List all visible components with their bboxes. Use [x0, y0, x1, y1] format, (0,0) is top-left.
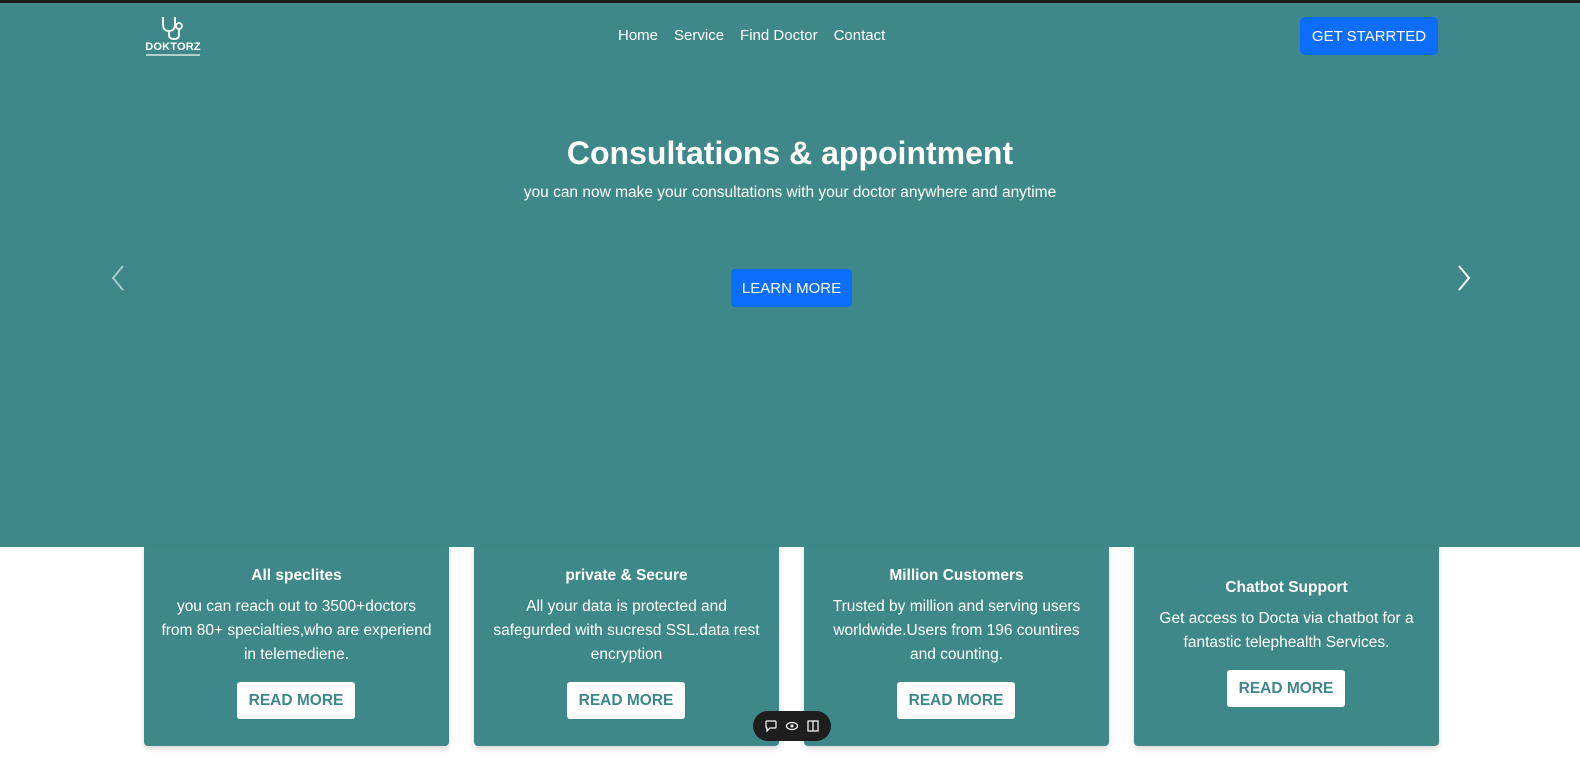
read-more-button[interactable]: READ MORE — [1227, 670, 1345, 707]
nav-contact[interactable]: Contact — [826, 27, 894, 44]
chevron-right-icon — [1458, 265, 1471, 291]
feature-card-title: All speclites — [251, 567, 342, 584]
floating-toolbar — [753, 711, 831, 741]
feature-card-title: Chatbot Support — [1225, 579, 1348, 596]
read-more-button[interactable]: READ MORE — [237, 682, 355, 719]
nav-find-doctor[interactable]: Find Doctor — [732, 27, 826, 44]
chevron-left-icon — [111, 265, 124, 291]
carousel-next-button[interactable] — [1448, 261, 1478, 295]
learn-more-button[interactable]: LEARN MORE — [731, 269, 852, 307]
eye-icon[interactable] — [785, 719, 799, 733]
feature-card-text: you can reach out to 3500+doctors from 8… — [161, 598, 432, 663]
feature-card-specialities: All speclites you can reach out to 3500+… — [144, 547, 449, 746]
nav-home[interactable]: Home — [610, 27, 666, 44]
read-more-button[interactable]: READ MORE — [897, 682, 1015, 719]
book-icon[interactable] — [806, 719, 820, 733]
brand-logo[interactable]: DOKTORZ — [142, 15, 204, 59]
nav-service[interactable]: Service — [666, 27, 732, 44]
main-nav: Home Service Find Doctor Contact — [610, 27, 893, 44]
read-more-button[interactable]: READ MORE — [567, 682, 685, 719]
hero-title: Consultations & appointment — [566, 135, 1014, 171]
carousel-prev-button[interactable] — [104, 261, 134, 295]
get-started-button[interactable]: GET STARRTED — [1300, 17, 1438, 55]
feature-card-title: private & Secure — [565, 567, 688, 584]
comment-icon[interactable] — [764, 719, 778, 733]
navbar: DOKTORZ Home Service Find Doctor Contact… — [0, 3, 1580, 73]
brand-tagline-line — [146, 54, 200, 56]
brand-name: DOKTORZ — [145, 41, 201, 53]
feature-card-text: Trusted by million and serving users wor… — [832, 598, 1081, 663]
feature-card-customers: Million Customers Trusted by million and… — [804, 547, 1109, 746]
feature-card-security: private & Secure All your data is protec… — [474, 547, 779, 746]
feature-card-chatbot: Chatbot Support Get access to Docta via … — [1134, 547, 1439, 746]
feature-card-title: Million Customers — [889, 567, 1024, 584]
stethoscope-icon — [162, 17, 183, 40]
hero-section: DOKTORZ Home Service Find Doctor Contact… — [0, 3, 1580, 547]
hero-subtitle: you can now make your consultations with… — [523, 184, 1057, 201]
feature-card-text: Get access to Docta via chatbot for a fa… — [1159, 610, 1414, 651]
feature-card-text: All your data is protected and safegurde… — [493, 598, 760, 663]
